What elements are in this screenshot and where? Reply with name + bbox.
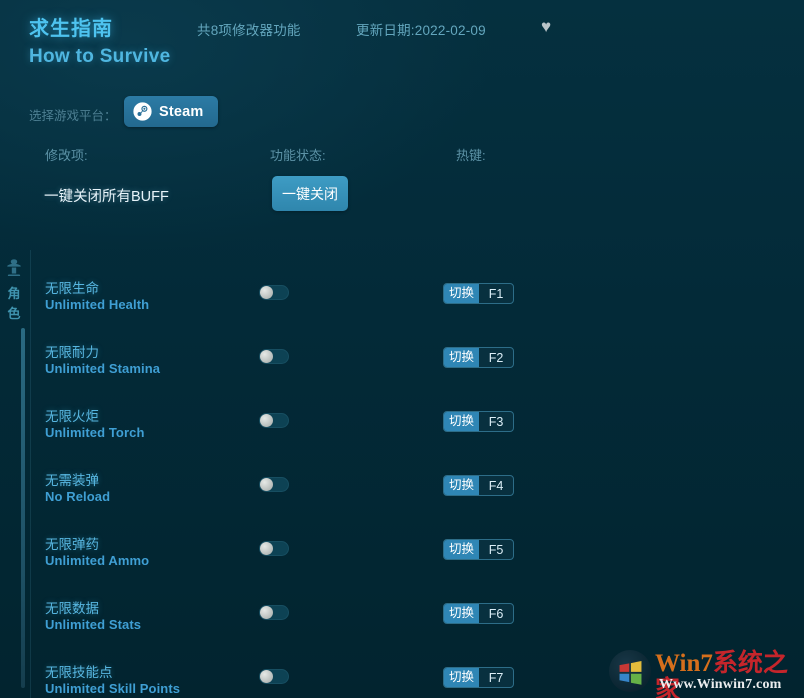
- cheat-hotkey-button[interactable]: 切换 F2: [443, 347, 515, 368]
- platform-selector: 选择游戏平台： Steam: [0, 96, 804, 130]
- cheat-name-en: Unlimited Torch: [45, 425, 145, 440]
- feature-count-label: 共8项修改器功能: [197, 23, 301, 38]
- watermark-brand-en: Win7: [655, 650, 713, 677]
- toggle-knob: [260, 414, 273, 427]
- cheat-name-cn: 无需装弹: [45, 473, 99, 488]
- app-header: 求生指南 How to Survive 共8项修改器功能 更新日期:2022-0…: [0, 0, 804, 88]
- cheat-hotkey-button[interactable]: 切换 F7: [443, 667, 515, 688]
- cheat-toggle[interactable]: [259, 477, 289, 492]
- cheat-row: 无限弹药 Unlimited Ammo 切换 F5: [0, 521, 804, 585]
- cheat-name-en: Unlimited Ammo: [45, 553, 150, 568]
- cheat-toggle[interactable]: [259, 669, 289, 684]
- cheat-toggle[interactable]: [259, 285, 289, 300]
- cheat-name-en: Unlimited Stamina: [45, 361, 161, 376]
- master-disable-row: 一键关闭所有BUFF 一键关闭: [0, 176, 804, 218]
- steam-button-label: Steam: [159, 103, 204, 120]
- cheat-name-en: Unlimited Health: [45, 297, 150, 312]
- cheat-row: 无限数据 Unlimited Stats 切换 F6: [0, 585, 804, 649]
- game-title-en: How to Survive: [29, 46, 171, 67]
- heart-icon[interactable]: ♥: [536, 17, 556, 37]
- column-header-status: 功能状态:: [270, 148, 326, 163]
- hotkey-key-label: F4: [488, 478, 504, 493]
- cheat-name-en: Unlimited Skill Points: [45, 681, 181, 696]
- game-title-cn: 求生指南: [29, 18, 113, 40]
- cheat-hotkey-button[interactable]: 切换 F6: [443, 603, 515, 624]
- cheat-hotkey-button[interactable]: 切换 F4: [443, 475, 515, 496]
- column-header-hotkey: 热键:: [456, 148, 486, 163]
- cheat-row: 无限火炬 Unlimited Torch 切换 F3: [0, 393, 804, 457]
- windows-logo-icon: [619, 661, 642, 685]
- hotkey-key-label: F5: [488, 542, 504, 557]
- cheat-hotkey-button[interactable]: 切换 F1: [443, 283, 515, 304]
- update-date-label: 更新日期:2022-02-09: [356, 23, 486, 38]
- hotkey-key-label: F3: [488, 414, 504, 429]
- hotkey-key-label: F7: [488, 670, 504, 685]
- cheat-toggle[interactable]: [259, 541, 289, 556]
- cheat-name-cn: 无限技能点: [45, 665, 113, 680]
- hotkey-key-label: F6: [488, 606, 504, 621]
- cheat-name-cn: 无限数据: [45, 601, 99, 616]
- cheat-hotkey-button[interactable]: 切换 F3: [443, 411, 515, 432]
- platform-label: 选择游戏平台：: [29, 109, 117, 123]
- watermark-url: Www.Winwin7.com: [659, 677, 782, 692]
- hotkey-action-label: 切换: [444, 476, 480, 495]
- cheat-name-en: Unlimited Stats: [45, 617, 142, 632]
- cheat-name-cn: 无限弹药: [45, 537, 99, 552]
- cheat-name-cn: 无限生命: [45, 281, 99, 296]
- hotkey-action-label: 切换: [444, 348, 480, 367]
- hotkey-action-label: 切换: [444, 412, 480, 431]
- toggle-knob: [260, 478, 273, 491]
- master-disable-button[interactable]: 一键关闭: [272, 176, 348, 211]
- cheat-toggle[interactable]: [259, 349, 289, 364]
- cheat-row: 无限生命 Unlimited Health 切换 F1: [0, 265, 804, 329]
- cheat-row: 无限耐力 Unlimited Stamina 切换 F2: [0, 329, 804, 393]
- hotkey-key-label: F1: [488, 286, 504, 301]
- cheat-toggle[interactable]: [259, 605, 289, 620]
- column-header-name: 修改项:: [45, 148, 88, 163]
- modifier-window: 求生指南 How to Survive 共8项修改器功能 更新日期:2022-0…: [0, 0, 804, 698]
- hotkey-action-label: 切换: [444, 540, 480, 559]
- platform-steam-button[interactable]: Steam: [124, 96, 218, 127]
- site-watermark: Win7系统之家 Www.Winwin7.com: [607, 644, 804, 698]
- toggle-knob: [260, 286, 273, 299]
- cheat-list: 无限生命 Unlimited Health 切换 F1 无限耐力 Unlimited St…: [0, 250, 804, 698]
- toggle-knob: [260, 350, 273, 363]
- hotkey-action-label: 切换: [444, 604, 480, 623]
- cheat-row: 无需装弹 No Reload 切换 F4: [0, 457, 804, 521]
- cheat-name-en: No Reload: [45, 489, 111, 504]
- hotkey-action-label: 切换: [444, 668, 480, 687]
- steam-icon: [133, 102, 152, 121]
- table-column-headers: 修改项: 功能状态: 热键:: [0, 145, 804, 165]
- cheat-name-cn: 无限火炬: [45, 409, 99, 424]
- cheat-toggle[interactable]: [259, 413, 289, 428]
- toggle-knob: [260, 606, 273, 619]
- cheat-hotkey-button[interactable]: 切换 F5: [443, 539, 515, 560]
- cheat-name-cn: 无限耐力: [45, 345, 99, 360]
- toggle-knob: [260, 542, 273, 555]
- master-disable-label: 一键关闭所有BUFF: [44, 189, 169, 205]
- hotkey-action-label: 切换: [444, 284, 480, 303]
- toggle-knob: [260, 670, 273, 683]
- hotkey-key-label: F2: [488, 350, 504, 365]
